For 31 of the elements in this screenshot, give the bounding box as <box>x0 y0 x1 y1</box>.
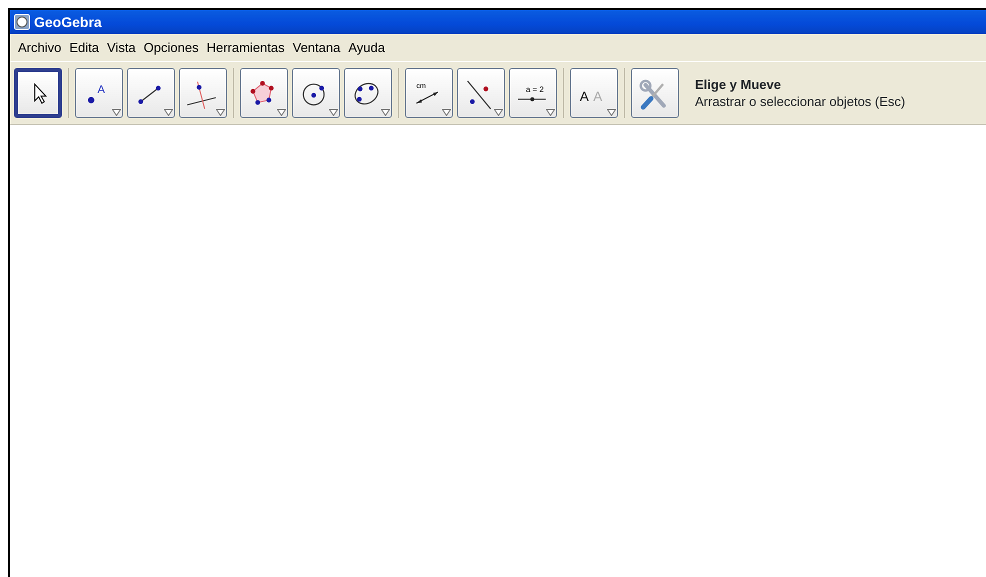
menu-item[interactable]: Ayuda <box>344 38 389 58</box>
tool-button[interactable] <box>457 68 505 118</box>
window-title: GeoGebra <box>34 12 102 32</box>
dropdown-icon <box>494 109 503 116</box>
menu-item[interactable]: Edita <box>65 38 103 58</box>
text-icon: A A <box>575 77 610 112</box>
dropdown-icon <box>164 109 173 116</box>
menu-item[interactable]: Ventana <box>288 38 344 58</box>
tool-button[interactable] <box>127 68 175 118</box>
menu-item[interactable]: Opciones <box>140 38 203 58</box>
tool-button[interactable]: A <box>75 68 123 118</box>
dropdown-icon <box>329 109 338 116</box>
menu-item[interactable]: Archivo <box>14 38 66 58</box>
dropdown-icon <box>381 109 390 116</box>
tool-name: Elige y Mueve <box>695 76 782 93</box>
tool-button[interactable]: a = 2 <box>509 68 557 118</box>
menu-item[interactable]: Vista <box>103 38 140 58</box>
tool-button[interactable] <box>14 68 62 118</box>
dropdown-icon <box>442 109 451 116</box>
tool-button[interactable] <box>344 68 392 118</box>
dropdown-icon <box>112 109 121 116</box>
dropdown-icon <box>277 109 286 116</box>
dropdown-icon <box>607 109 616 116</box>
tool-button[interactable]: A A <box>570 68 618 118</box>
tool-description: Arrastrar o seleccionar objetos (Esc) <box>695 93 906 110</box>
tool-button[interactable] <box>240 68 288 118</box>
dropdown-icon <box>546 109 555 116</box>
menu-item[interactable]: Herramientas <box>202 38 289 58</box>
app-icon <box>14 14 30 30</box>
dropdown-icon <box>216 109 225 116</box>
tool-button[interactable] <box>292 68 340 118</box>
